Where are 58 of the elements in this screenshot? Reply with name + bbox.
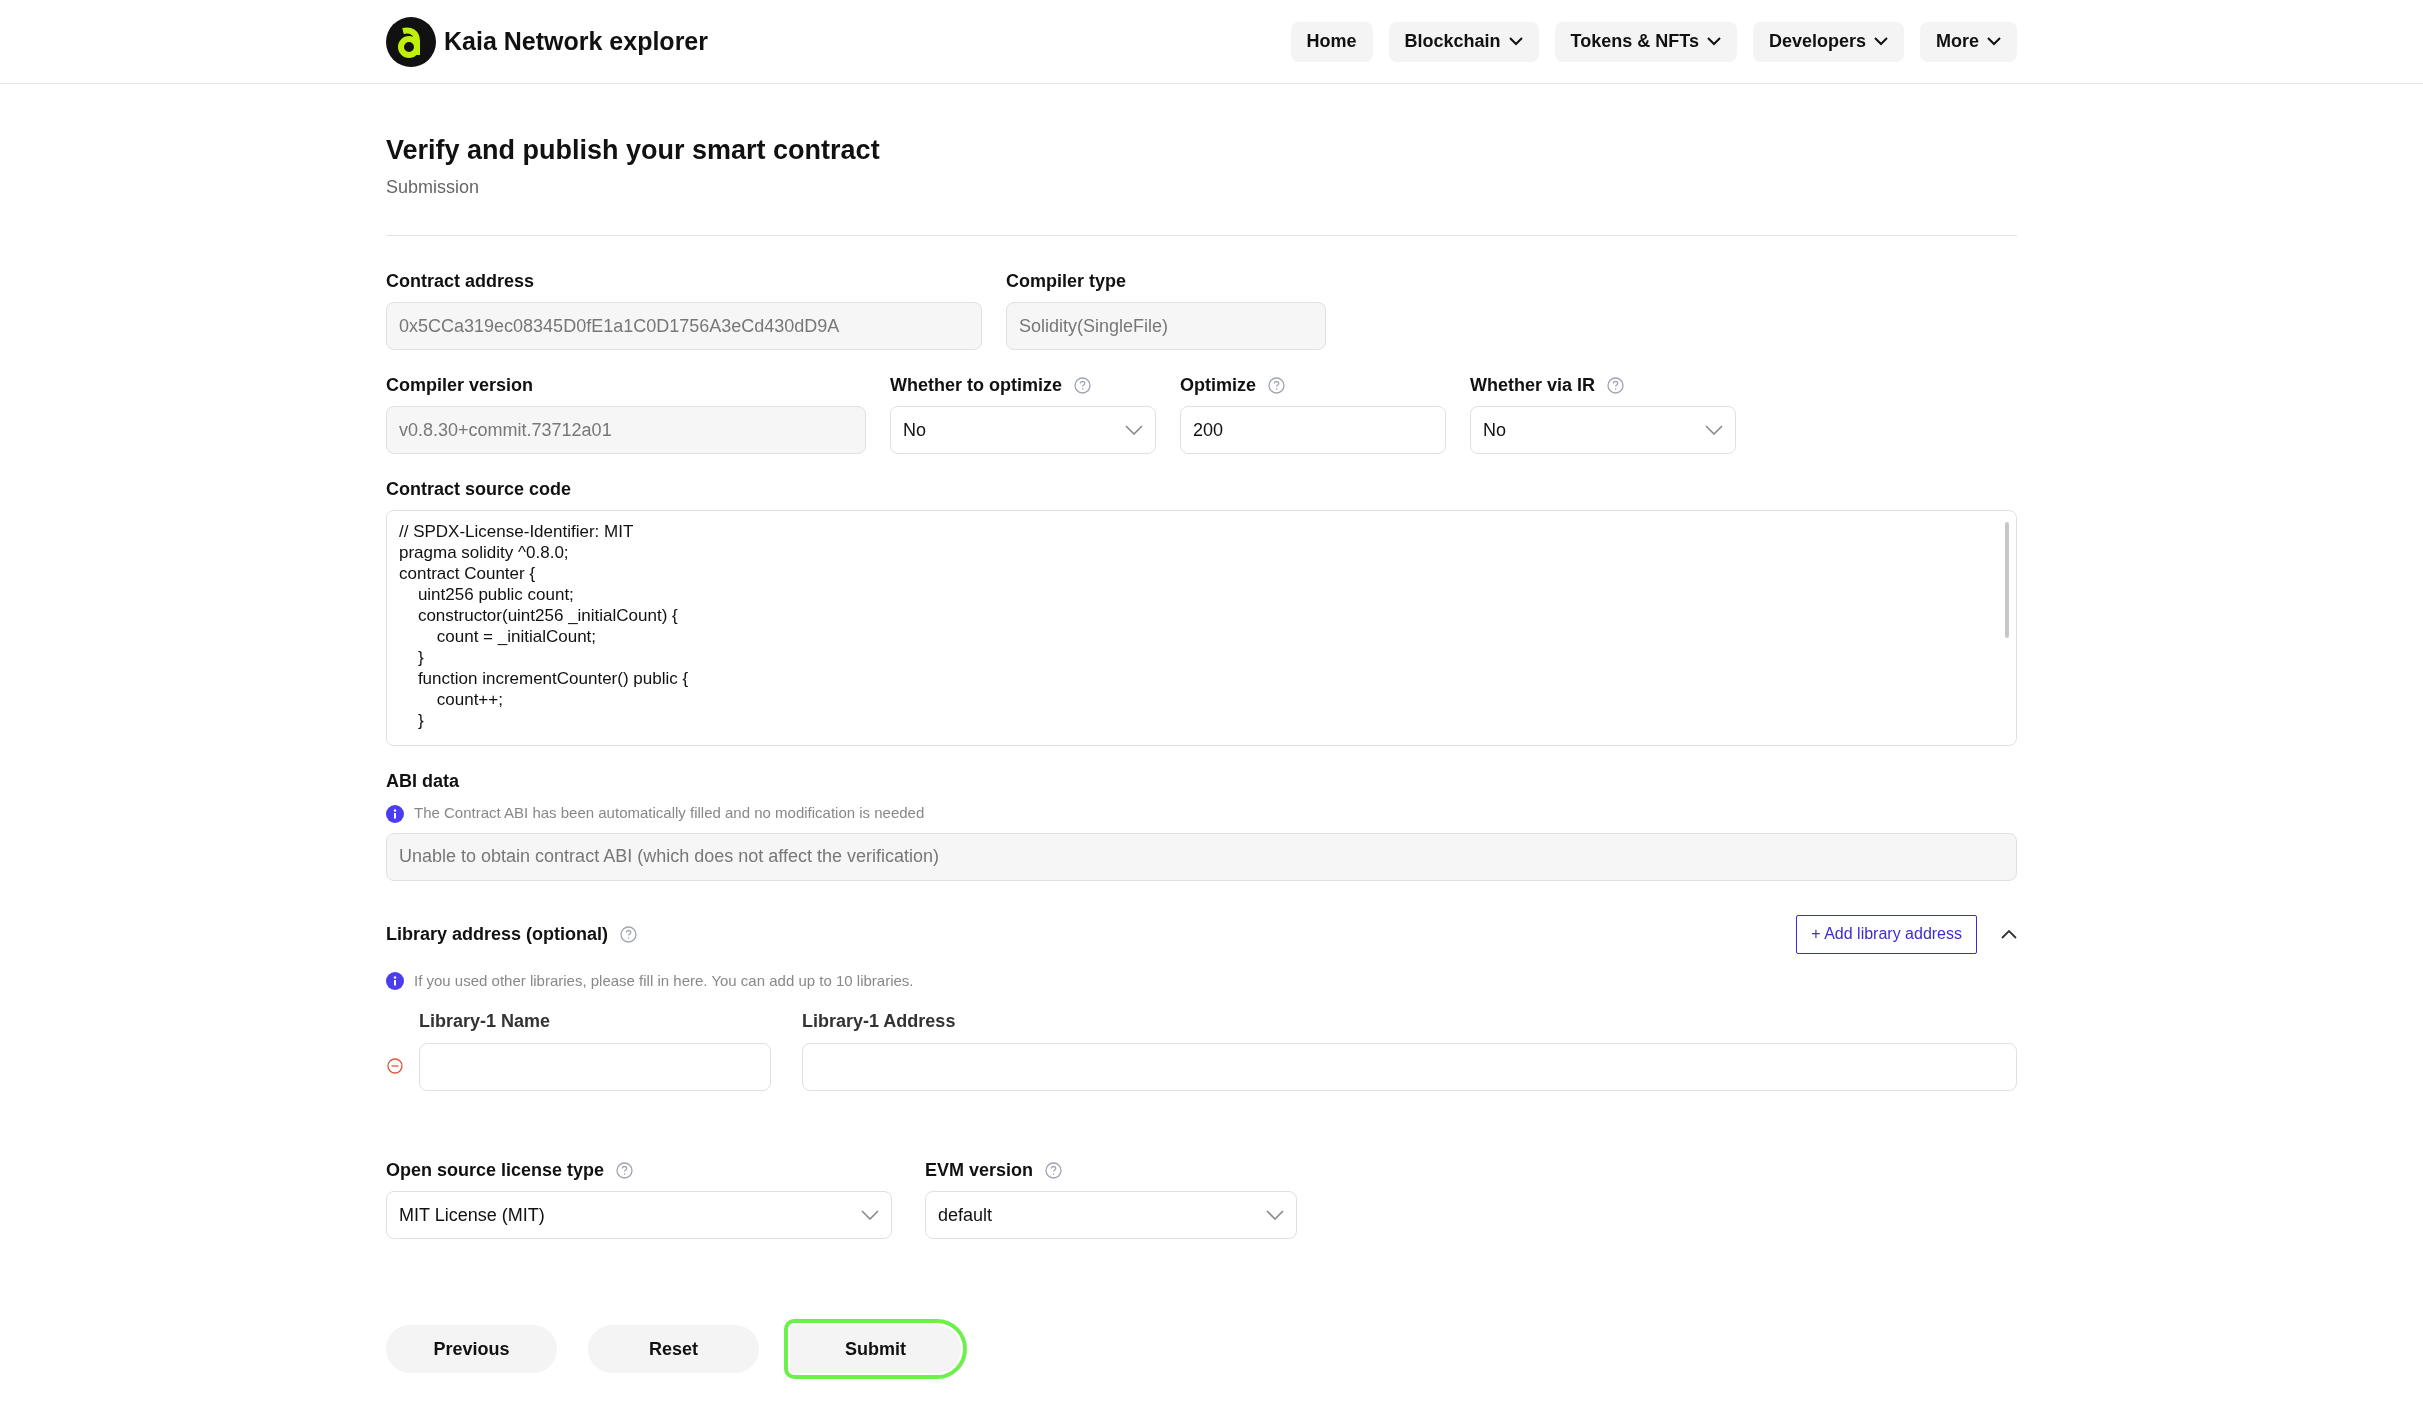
help-icon[interactable] bbox=[616, 1161, 634, 1179]
info-text: If you used other libraries, please fill in here. You can add up to 10 libraries. bbox=[414, 970, 914, 991]
nav-menu-button[interactable]: More bbox=[1920, 21, 2017, 62]
input-field: v0.8.30+commit.73712a01 bbox=[386, 406, 866, 455]
help-icon[interactable] bbox=[1607, 376, 1625, 394]
field-label: Compiler version bbox=[386, 373, 534, 397]
field-label: Optimize bbox=[1180, 373, 1256, 397]
select-field[interactable]: No bbox=[1470, 406, 1736, 455]
field-label: Library address (optional) bbox=[386, 922, 609, 946]
field-label: Whether via IR bbox=[1470, 373, 1596, 397]
page-subtitle: Submission bbox=[386, 176, 481, 200]
chevron-down-icon bbox=[1987, 37, 2001, 46]
select-field[interactable]: default bbox=[925, 1191, 1297, 1240]
nav-menu-button[interactable]: Home bbox=[1290, 21, 1373, 62]
help-icon[interactable] bbox=[1268, 376, 1285, 394]
chevron-down-icon bbox=[1266, 1210, 1284, 1221]
input-field: Solidity(SingleFile) bbox=[1006, 302, 1326, 351]
help-icon[interactable] bbox=[1045, 1161, 1063, 1179]
input-field: 0x5CCa319ec08345D0fE1a1C0D1756A3eCd430dD9A bbox=[386, 302, 982, 351]
collapse-icon[interactable] bbox=[2001, 929, 2017, 940]
chevron-down-icon bbox=[1705, 425, 1723, 436]
field-label: Library-1 Address bbox=[802, 1010, 957, 1034]
info-icon bbox=[386, 972, 404, 991]
info-text: The Contract ABI has been automatically filled and no modification is needed bbox=[414, 803, 925, 824]
info-icon bbox=[386, 804, 404, 823]
nav-menu-button[interactable]: Developers bbox=[1752, 21, 1904, 62]
remove-icon[interactable] bbox=[387, 1058, 403, 1075]
chevron-down-icon bbox=[1508, 37, 1523, 46]
field-label: Compiler type bbox=[1006, 269, 1127, 293]
input-field[interactable] bbox=[802, 1043, 2017, 1092]
chevron-down-icon bbox=[1125, 425, 1143, 436]
logo-icon[interactable] bbox=[386, 16, 436, 67]
field-label: Whether to optimize bbox=[890, 373, 1062, 397]
page-title: Verify and publish your smart contract bbox=[386, 134, 881, 167]
action-button[interactable]: Reset bbox=[588, 1325, 759, 1374]
field-label: Open source license type bbox=[386, 1158, 605, 1182]
nav-menu-button[interactable]: Tokens & NFTs bbox=[1554, 21, 1737, 62]
input-field[interactable]: 200 bbox=[1180, 406, 1446, 455]
input-field: Unable to obtain contract ABI (which does not affect the verification) bbox=[386, 832, 2017, 881]
field-label: Contract source code bbox=[386, 477, 572, 501]
select-field[interactable]: No bbox=[890, 406, 1156, 455]
chevron-down-icon bbox=[1706, 37, 1721, 46]
help-icon[interactable] bbox=[1074, 376, 1091, 394]
chevron-down-icon bbox=[1874, 37, 1888, 46]
field-label: Contract address bbox=[386, 269, 535, 293]
scrollbar[interactable] bbox=[2005, 522, 2009, 639]
chevron-down-icon bbox=[861, 1210, 879, 1221]
help-icon[interactable] bbox=[620, 925, 638, 943]
field-label: Library-1 Name bbox=[419, 1010, 552, 1034]
code-editor[interactable]: // SPDX-License-Identifier: MIT pragma solidity ^0.8.0; contract Counter { uint256 public count; constructor(uint256 _initialCount) { count = _initialCount; } function incrementCounter() public { count++; } bbox=[386, 510, 2017, 747]
input-field[interactable] bbox=[419, 1043, 771, 1092]
action-button[interactable]: Previous bbox=[386, 1325, 557, 1374]
field-label: EVM version bbox=[925, 1158, 1034, 1182]
nav-menu-button[interactable]: Blockchain bbox=[1388, 21, 1539, 62]
brand-name[interactable]: Kaia Network explorer bbox=[444, 22, 708, 61]
field-label: ABI data bbox=[386, 769, 459, 793]
add-library-button[interactable]: + Add library address bbox=[1796, 914, 1977, 954]
select-field[interactable]: MIT License (MIT) bbox=[386, 1191, 892, 1240]
